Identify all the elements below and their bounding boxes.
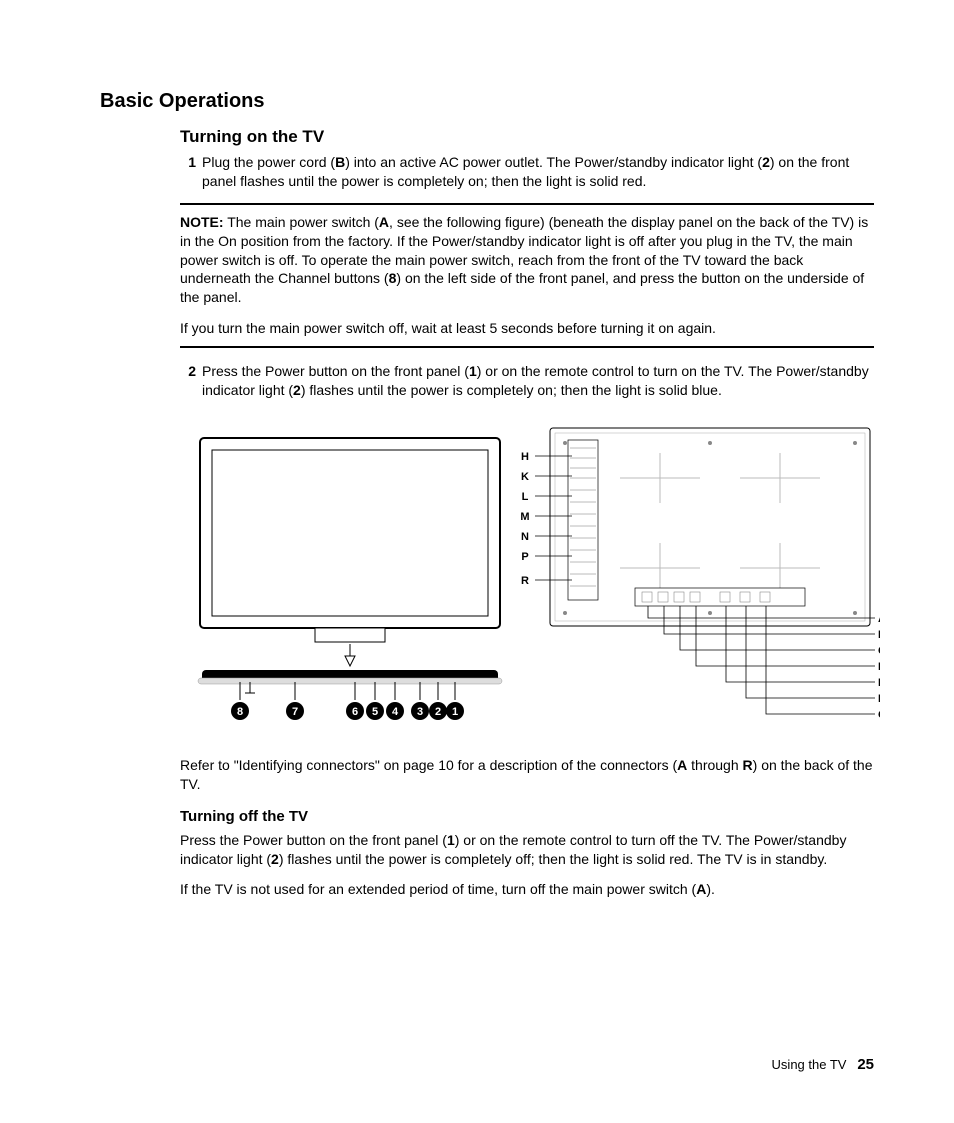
subsection-heading: Turning on the TV: [180, 127, 874, 147]
callout-b: B: [335, 154, 345, 170]
diagram-label-m: M: [520, 511, 529, 523]
off-paragraph-1: Press the Power button on the front pane…: [180, 831, 874, 869]
off-paragraph-2: If the TV is not used for an extended pe…: [180, 880, 874, 899]
svg-text:2: 2: [435, 706, 441, 718]
callout-r: R: [743, 757, 753, 773]
tv-diagram: 8 7 6 5 4 321: [180, 418, 874, 738]
diagram-label-d: D: [878, 661, 880, 673]
callout-1: 1: [469, 363, 477, 379]
callout-2: 2: [293, 382, 301, 398]
svg-text:8: 8: [237, 706, 243, 718]
step-text: Plug the power cord (B) into an active A…: [202, 153, 874, 191]
diagram-label-c: C: [878, 645, 880, 657]
text: Press the Power button on the front pane…: [202, 363, 469, 379]
page-footer: Using the TV 25: [772, 1056, 874, 1073]
text: ) flashes until the power is completely …: [301, 382, 722, 398]
step-number: 1: [180, 153, 196, 191]
step-text: Press the Power button on the front pane…: [202, 362, 874, 400]
diagram-label-n: N: [521, 531, 529, 543]
text: ).: [706, 881, 715, 897]
diagram-label-l: L: [522, 491, 529, 503]
subheading-turning-off: Turning off the TV: [180, 808, 874, 825]
callout-1: 1: [447, 832, 455, 848]
text: Refer to "Identifying connectors" on pag…: [180, 757, 677, 773]
diagram-label-b: B: [878, 629, 880, 641]
diagram-label-p: P: [521, 551, 528, 563]
svg-text:4: 4: [392, 706, 399, 718]
svg-text:6: 6: [352, 706, 358, 718]
note-paragraph-1: NOTE: The main power switch (A, see the …: [180, 213, 874, 307]
callout-2: 2: [271, 851, 279, 867]
svg-text:7: 7: [292, 706, 298, 718]
diagram-label-r: R: [521, 575, 529, 587]
note-box: NOTE: The main power switch (A, see the …: [180, 203, 874, 348]
svg-text:1: 1: [452, 706, 458, 718]
diagram-label-f: F: [878, 693, 880, 705]
diagram-label-h: H: [521, 451, 529, 463]
note-label: NOTE:: [180, 214, 224, 230]
footer-section: Using the TV: [772, 1057, 847, 1072]
svg-text:5: 5: [372, 706, 378, 718]
svg-text:3: 3: [417, 706, 423, 718]
text: through: [687, 757, 742, 773]
section-heading: Basic Operations: [100, 90, 874, 113]
note-paragraph-2: If you turn the main power switch off, w…: [180, 319, 874, 338]
step-number: 2: [180, 362, 196, 400]
callout-a: A: [696, 881, 706, 897]
diagram-label-e: E: [878, 677, 880, 689]
step-1: 1 Plug the power cord (B) into an active…: [180, 153, 874, 191]
callout-a: A: [379, 214, 389, 230]
refer-paragraph: Refer to "Identifying connectors" on pag…: [180, 756, 874, 794]
callout-2: 2: [762, 154, 770, 170]
step-2: 2 Press the Power button on the front pa…: [180, 362, 874, 400]
diagram-label-k: K: [521, 471, 529, 483]
text: If the TV is not used for an extended pe…: [180, 881, 696, 897]
page-number: 25: [857, 1056, 874, 1073]
diagram-label-a: A: [878, 613, 880, 625]
diagram-label-g: G: [878, 709, 880, 721]
text: ) into an active AC power outlet. The Po…: [345, 154, 762, 170]
text: The main power switch (: [224, 214, 379, 230]
text: ) flashes until the power is completely …: [279, 851, 827, 867]
text: Plug the power cord (: [202, 154, 335, 170]
text: Press the Power button on the front pane…: [180, 832, 447, 848]
callout-a: A: [677, 757, 687, 773]
